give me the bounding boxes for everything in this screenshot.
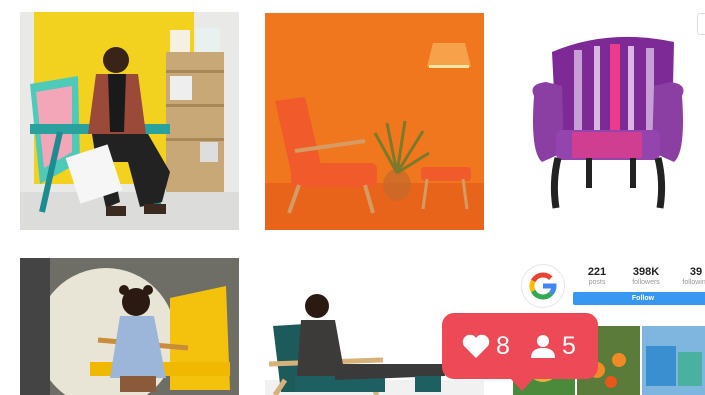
followers-notification: 5 bbox=[530, 330, 576, 362]
stat-posts-value: 221 bbox=[587, 266, 607, 278]
likes-count: 8 bbox=[496, 331, 510, 360]
stat-followers-label: followers bbox=[632, 279, 660, 286]
photo-girl-on-chair[interactable] bbox=[20, 258, 239, 395]
stat-posts[interactable]: 221 posts bbox=[572, 266, 622, 286]
likes-notification: 8 bbox=[462, 330, 510, 362]
activity-notification-bubble[interactable]: 8 5 bbox=[442, 313, 598, 391]
stat-posts-label: posts bbox=[588, 279, 606, 286]
person-icon bbox=[531, 335, 555, 358]
photo-orange-room[interactable] bbox=[265, 13, 484, 230]
profile-grid-thumb[interactable] bbox=[642, 326, 705, 395]
stat-following[interactable]: 39 following bbox=[671, 266, 705, 286]
photo-man-on-chair-image bbox=[20, 12, 239, 230]
google-logo-icon bbox=[521, 264, 565, 308]
edge-card-corner bbox=[697, 13, 705, 35]
stat-followers[interactable]: 398K followers bbox=[621, 266, 671, 286]
photo-purple-armchair-image bbox=[512, 12, 705, 230]
photo-orange-room-image bbox=[265, 13, 484, 230]
stat-following-value: 39 bbox=[689, 266, 703, 278]
photo-purple-armchair[interactable] bbox=[512, 12, 705, 230]
follow-button[interactable]: Follow bbox=[573, 292, 705, 305]
stat-followers-value: 398K bbox=[632, 266, 660, 278]
followers-count: 5 bbox=[562, 331, 576, 360]
photo-man-on-chair[interactable] bbox=[20, 12, 239, 230]
photo-girl-on-chair-image bbox=[20, 258, 239, 395]
heart-icon bbox=[462, 334, 490, 358]
stat-following-label: following bbox=[682, 279, 705, 286]
